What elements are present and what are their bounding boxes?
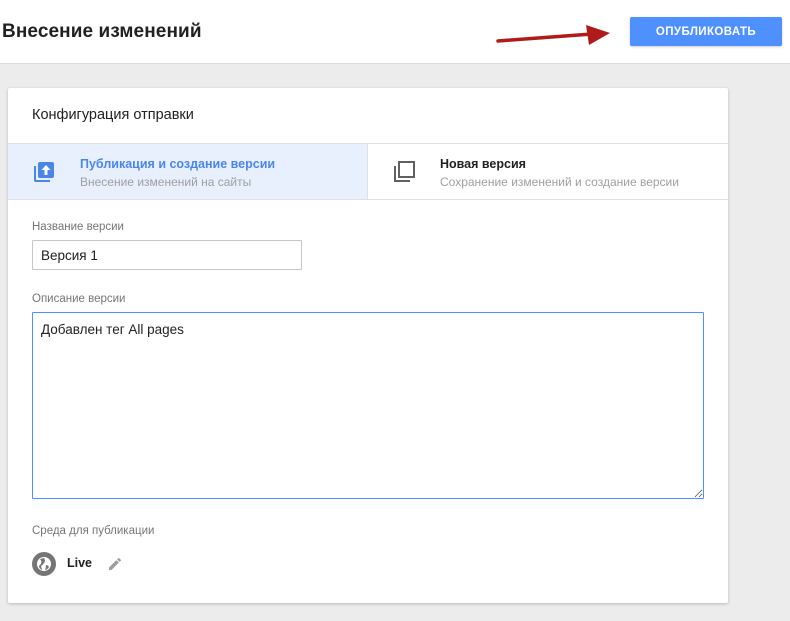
top-bar: Внесение изменений ОПУБЛИКОВАТЬ — [0, 0, 790, 64]
option-subtitle: Сохранение изменений и создание версии — [440, 175, 679, 189]
version-description-textarea[interactable]: Добавлен тег All pages — [32, 312, 704, 499]
environment-name: Live — [67, 556, 93, 570]
card-header: Конфигурация отправки — [8, 88, 728, 144]
option-new-version[interactable]: Новая версия Сохранение изменений и созд… — [368, 144, 728, 200]
pencil-icon[interactable] — [107, 556, 123, 572]
version-description-label: Описание версии — [32, 293, 126, 305]
option-publish-and-create-version[interactable]: Публикация и создание версии Внесение из… — [8, 144, 368, 200]
publish-upload-icon — [34, 162, 54, 182]
red-arrow-annotation — [496, 25, 610, 45]
page-title: Внесение изменений — [2, 21, 202, 42]
option-title: Публикация и создание версии — [80, 157, 276, 171]
version-name-input[interactable] — [32, 240, 302, 270]
new-version-icon — [394, 161, 415, 182]
version-name-label: Название версии — [32, 221, 124, 233]
option-title: Новая версия — [440, 157, 526, 171]
card-title: Конфигурация отправки — [32, 107, 194, 123]
option-subtitle: Внесение изменений на сайты — [80, 175, 252, 189]
submission-config-card: Конфигурация отправки Публикация и созда… — [8, 88, 728, 603]
environment-label: Среда для публикации — [32, 525, 155, 537]
globe-icon — [32, 552, 56, 576]
publish-button[interactable]: ОПУБЛИКОВАТЬ — [630, 17, 782, 46]
